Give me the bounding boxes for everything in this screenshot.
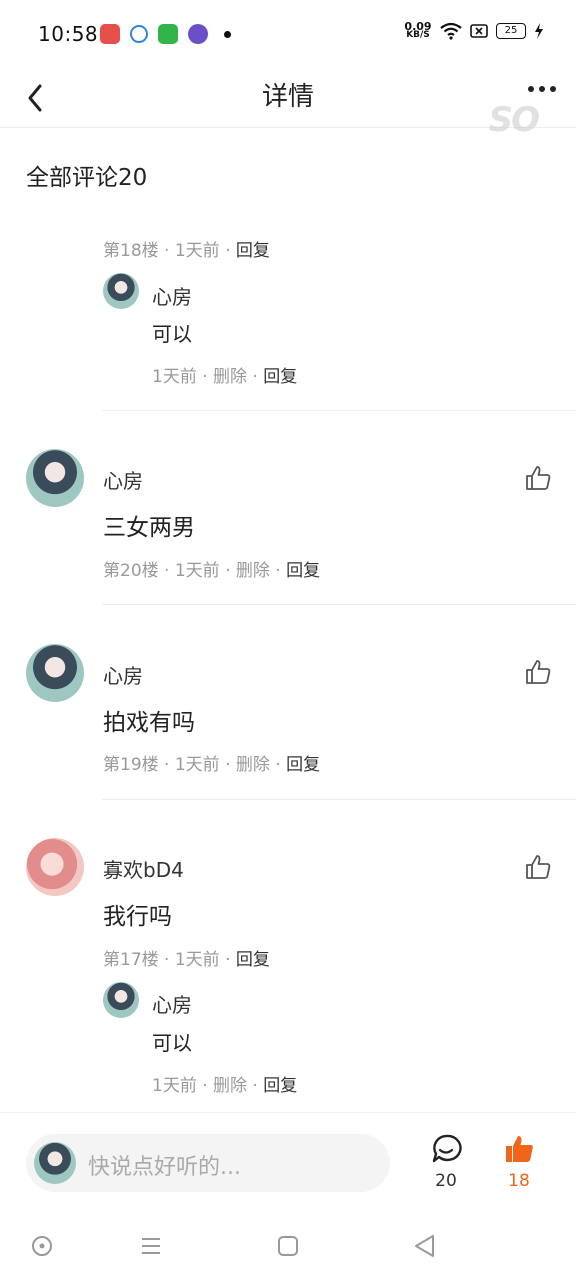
reply-button[interactable]: 回复 [263, 1076, 297, 1096]
nav-back-icon [415, 1235, 434, 1257]
divider [102, 799, 576, 800]
like-icon [526, 855, 551, 879]
nav-square-icon [278, 1236, 298, 1256]
like-count: 18 [508, 1171, 530, 1191]
status-time: 10:58 [38, 22, 99, 46]
reply-button[interactable]: 回复 [286, 755, 320, 775]
divider [102, 604, 576, 605]
comment-text: 我行吗 [103, 904, 172, 930]
comment-text: 拍戏有吗 [103, 710, 195, 736]
reply-meta: 1天前 · 删除 · 回复 [152, 367, 298, 387]
system-nav-bar [0, 1210, 576, 1280]
purple-app-icon [188, 24, 208, 44]
reply-text: 可以 [152, 322, 192, 346]
avatar [34, 1142, 76, 1184]
sim-x-icon [470, 24, 488, 38]
reply-button[interactable]: 回复 [263, 367, 297, 387]
comment-meta: 第20楼 · 1天前 · 删除 · 回复 [103, 561, 321, 581]
avatar[interactable] [103, 273, 139, 309]
thumb-filled-icon [506, 1136, 533, 1162]
reply-button[interactable]: 回复 [236, 241, 270, 261]
network-speed: 0.09 KB/S [404, 20, 432, 40]
reply-author[interactable]: 心房 [152, 989, 192, 1018]
avatar[interactable] [26, 644, 84, 702]
nav-home-icon [32, 1236, 52, 1256]
browser-app-icon [130, 25, 148, 43]
nav-recents-button[interactable] [274, 1232, 302, 1260]
battery-level: 25 [496, 23, 526, 39]
all-comments-title: 全部评论20 [26, 165, 148, 191]
comment-meta: 第18楼 · 1天前 · 回复 [103, 241, 270, 261]
reply-button[interactable]: 回复 [236, 950, 270, 970]
wifi-icon [440, 22, 462, 40]
delete-button[interactable]: 删除 [236, 755, 270, 775]
comment-meta: 第17楼 · 1天前 · 回复 [103, 950, 270, 970]
like-post-button[interactable]: 18 [489, 1133, 549, 1191]
like-button[interactable] [524, 853, 552, 881]
comment-input-bar: 快说点好听的... 20 18 [0, 1112, 576, 1210]
reply-text: 可以 [152, 1031, 192, 1055]
comment-icon [432, 1134, 462, 1163]
comment-author[interactable]: 心房 [103, 660, 143, 689]
like-button[interactable] [524, 464, 552, 492]
delete-button[interactable]: 删除 [213, 367, 247, 387]
music-app-icon [100, 24, 120, 44]
status-indicators: 0.09 KB/S 25 [404, 20, 544, 40]
comment-count: 20 [435, 1171, 457, 1191]
more-button[interactable] [528, 86, 556, 92]
store-app-icon [158, 24, 178, 44]
comment-text: 三女两男 [103, 515, 195, 541]
status-bar: 10:58 0.09 KB/S 25 [0, 0, 576, 64]
comment-author[interactable]: 寡欢bD4 [103, 854, 184, 883]
app-header: 详情 SO [0, 64, 576, 140]
like-button[interactable] [524, 658, 552, 686]
nav-back-button[interactable] [411, 1232, 439, 1260]
reply-meta: 1天前 · 删除 · 回复 [152, 1076, 298, 1096]
like-icon [526, 466, 551, 490]
comment-author[interactable]: 心房 [103, 465, 143, 494]
comments-button[interactable]: 20 [416, 1133, 476, 1191]
divider [102, 410, 576, 411]
reply-button[interactable]: 回复 [286, 561, 320, 581]
avatar[interactable] [26, 449, 84, 507]
comment-meta: 第19楼 · 1天前 · 删除 · 回复 [103, 755, 321, 775]
like-icon [526, 660, 551, 684]
comment-input-placeholder: 快说点好听的... [88, 1155, 241, 1180]
watermark-logo: SO [488, 100, 540, 140]
reply-author[interactable]: 心房 [152, 281, 192, 310]
nav-menu-button[interactable] [137, 1232, 165, 1260]
more-icon [528, 86, 534, 92]
nav-home-button[interactable] [28, 1232, 56, 1260]
comment-input[interactable]: 快说点好听的... [26, 1134, 390, 1192]
avatar[interactable] [26, 838, 84, 896]
avatar[interactable] [103, 982, 139, 1018]
notification-icons [100, 24, 231, 44]
delete-button[interactable]: 删除 [213, 1076, 247, 1096]
nav-menu-icon [142, 1238, 160, 1254]
charging-icon [535, 23, 543, 39]
delete-button[interactable]: 删除 [236, 561, 270, 581]
more-notifications-dot-icon [224, 30, 231, 38]
